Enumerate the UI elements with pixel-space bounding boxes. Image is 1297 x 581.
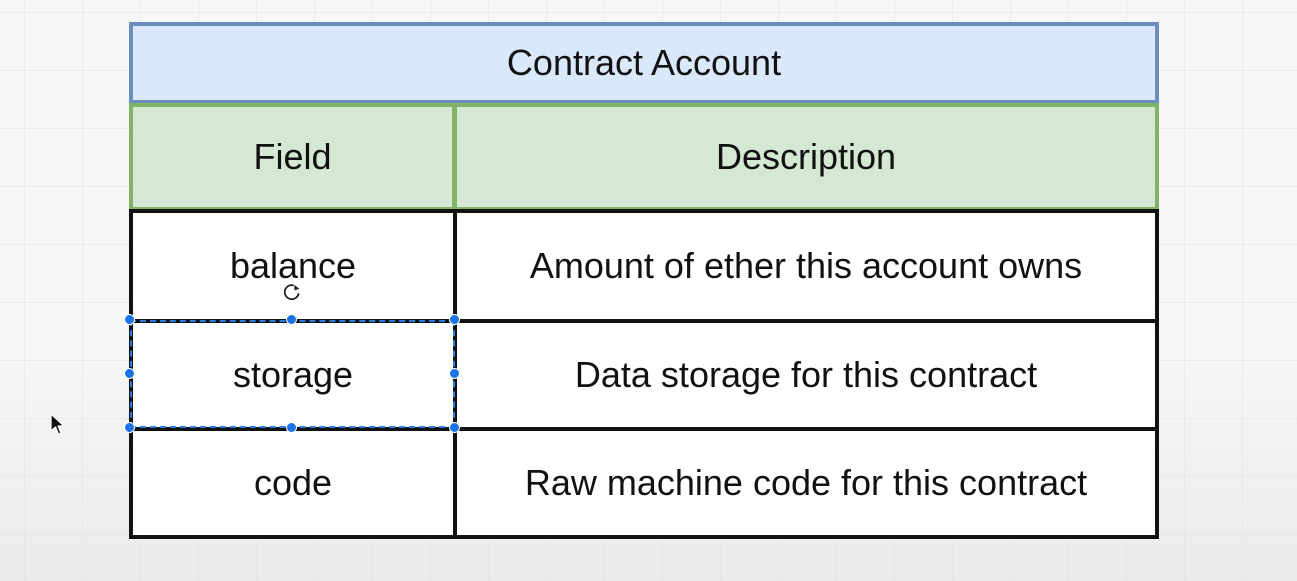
resize-handle-right[interactable] [449, 368, 460, 379]
resize-handle-top[interactable] [286, 314, 297, 325]
resize-handle-bottom[interactable] [286, 422, 297, 433]
table-title[interactable]: Contract Account [129, 22, 1159, 104]
cell-field-balance[interactable]: balance [129, 209, 457, 323]
cell-field-storage[interactable]: storage [129, 319, 457, 431]
resize-handle-left[interactable] [124, 368, 135, 379]
header-field[interactable]: Field [129, 103, 456, 211]
cell-field-code[interactable]: code [129, 427, 457, 539]
mouse-pointer-icon [50, 413, 65, 435]
cell-description-code[interactable]: Raw machine code for this contract [453, 427, 1159, 539]
resize-handle-top-right[interactable] [449, 314, 460, 325]
header-description[interactable]: Description [453, 103, 1159, 211]
contract-account-table: Contract Account Field Description balan… [0, 0, 1297, 581]
cell-description-balance[interactable]: Amount of ether this account owns [453, 209, 1159, 323]
cell-description-storage[interactable]: Data storage for this contract [453, 319, 1159, 431]
resize-handle-bottom-right[interactable] [449, 422, 460, 433]
resize-handle-top-left[interactable] [124, 314, 135, 325]
resize-handle-bottom-left[interactable] [124, 422, 135, 433]
rotate-cursor-icon [282, 283, 301, 302]
